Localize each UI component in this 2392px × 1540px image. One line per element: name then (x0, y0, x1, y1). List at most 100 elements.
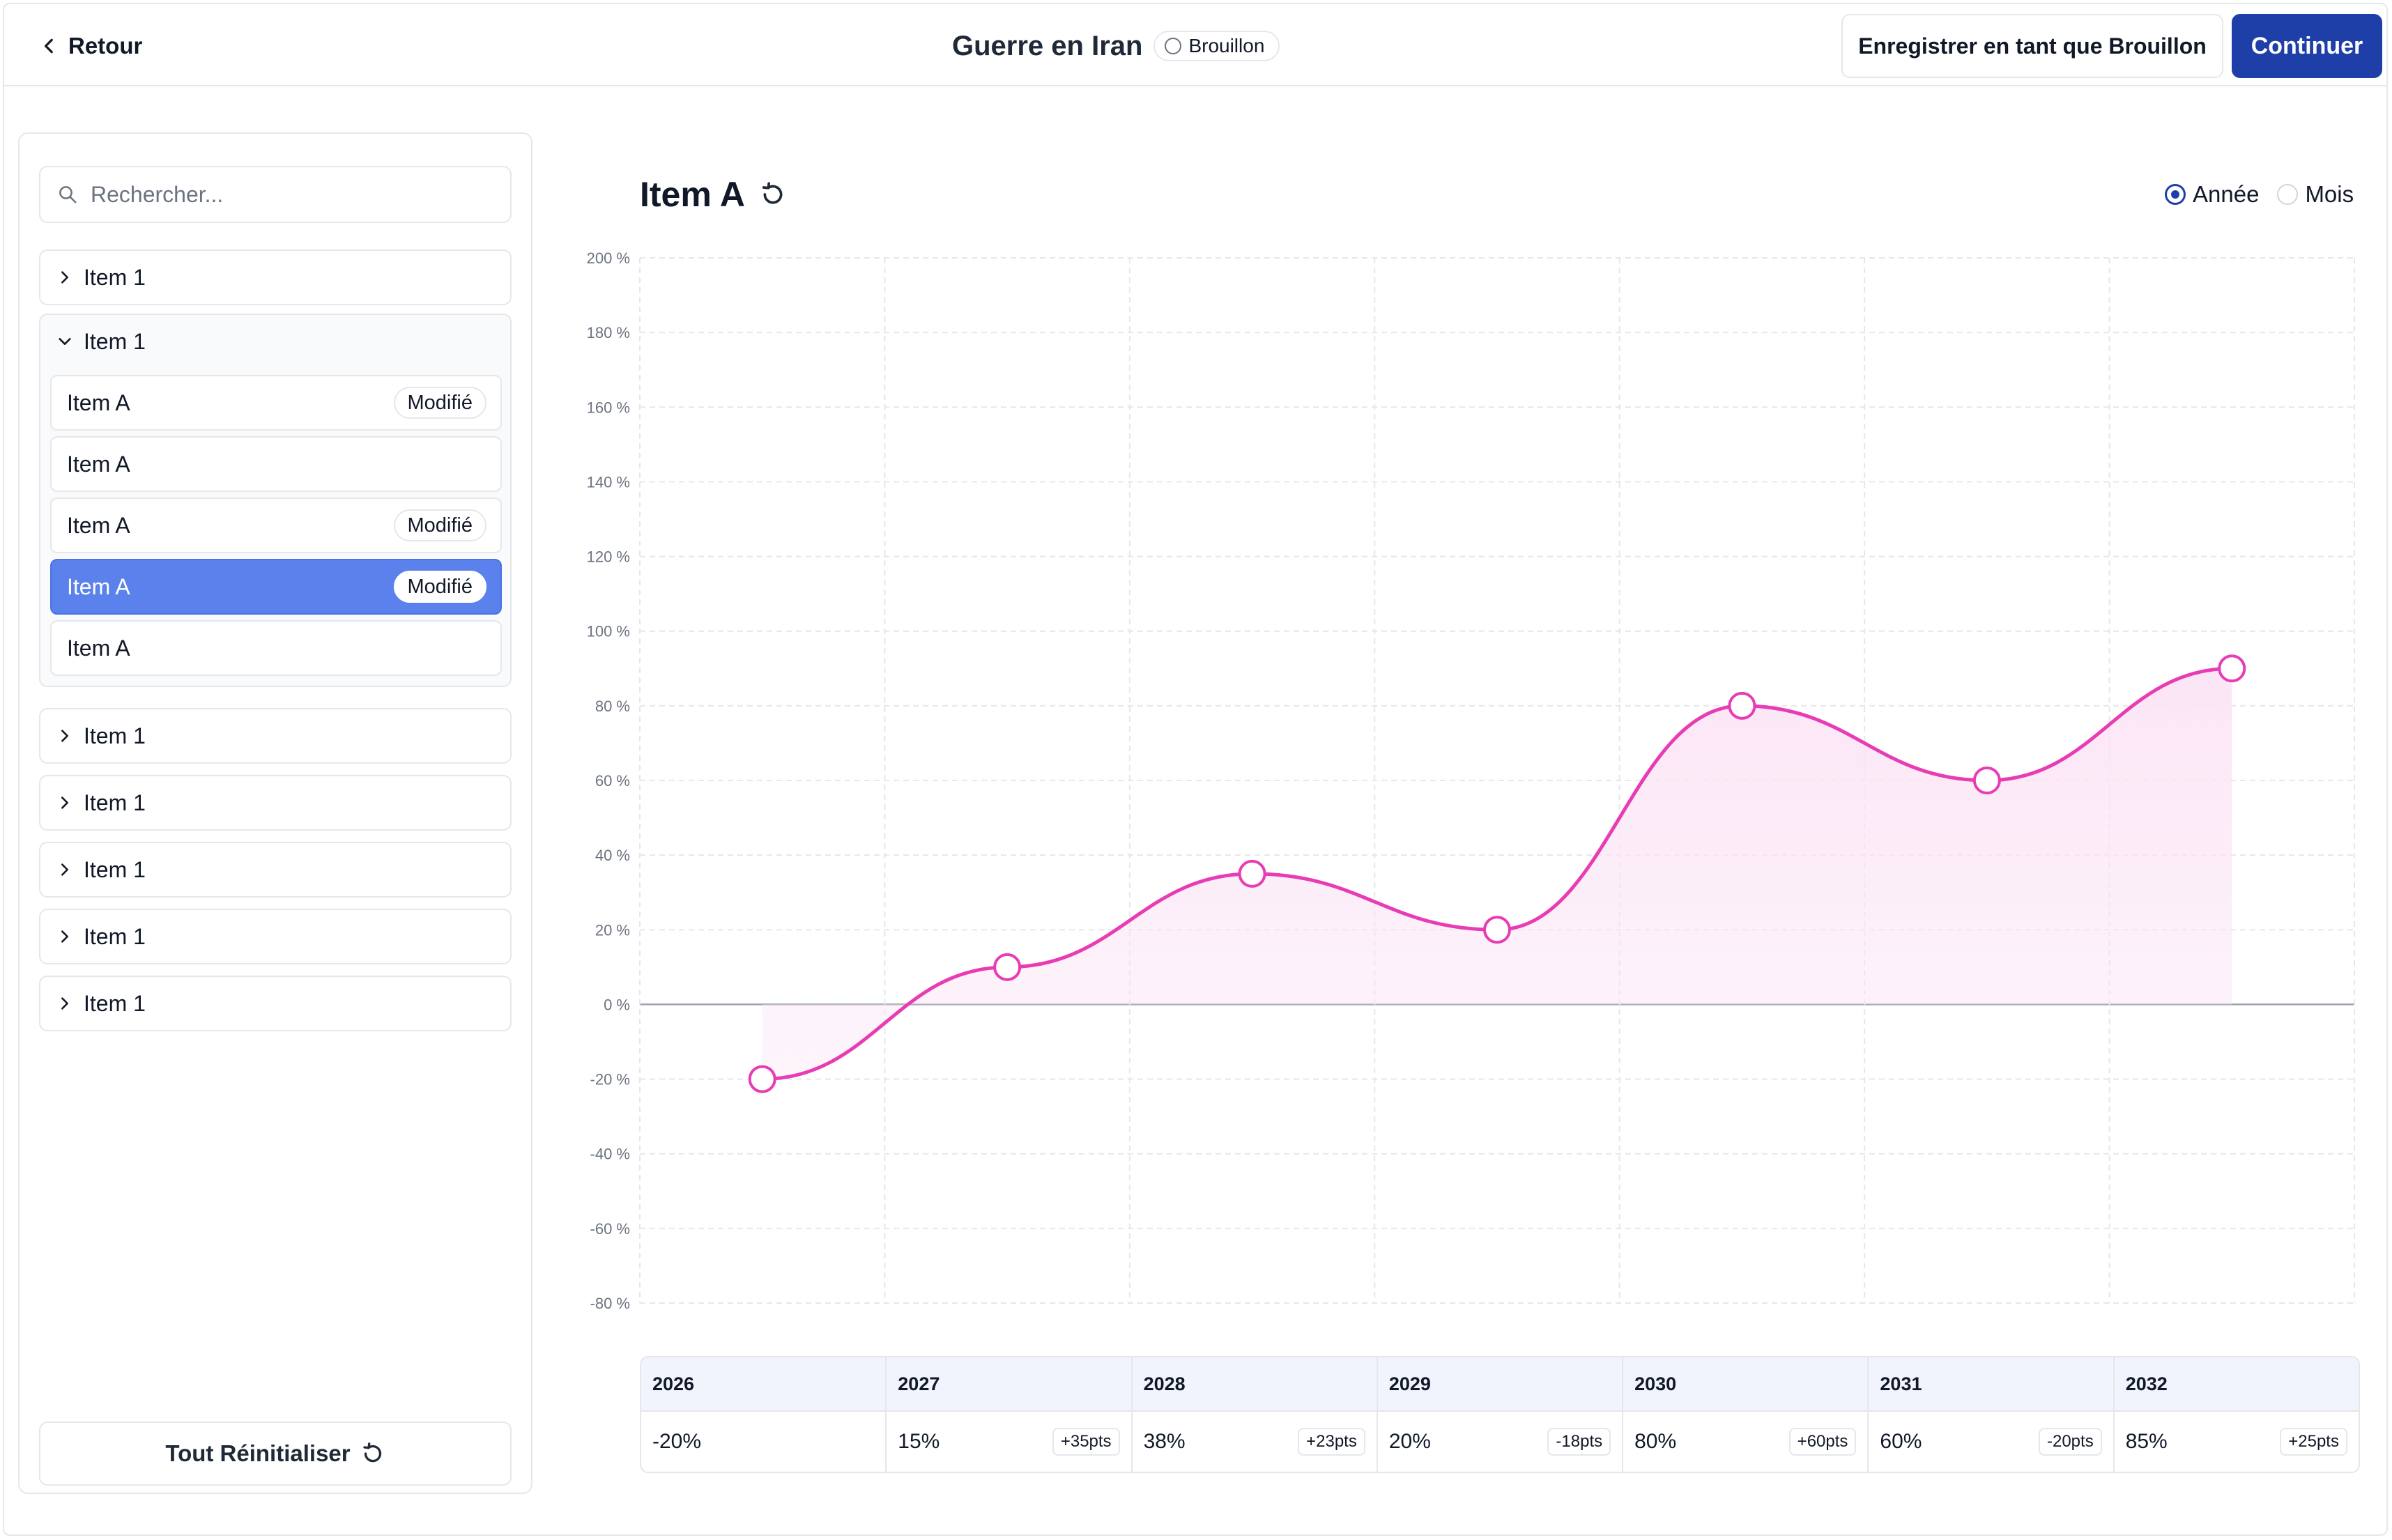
y-tick-label: -40 % (590, 1146, 630, 1163)
table-column: 2032 85% +25pts (2113, 1357, 2359, 1472)
search-box (39, 166, 512, 223)
chevron-down-icon (59, 338, 71, 345)
list-item-label: Item A (67, 512, 130, 538)
group-header[interactable]: Item 1 (40, 977, 510, 1030)
group-header[interactable]: Item 1 (40, 709, 510, 762)
table-column: 2029 20% -18pts (1376, 1357, 1623, 1472)
list-item-selected[interactable]: Item A Modifié (50, 559, 502, 615)
y-tick-label: 40 % (595, 847, 630, 864)
cell-value: 60% (1880, 1430, 1922, 1453)
table-cell: 85% +25pts (2115, 1412, 2359, 1472)
y-tick-label: 60 % (595, 772, 630, 790)
y-tick-label: 140 % (587, 473, 630, 491)
radio-label: Mois (2305, 181, 2354, 207)
y-tick-label: -80 % (590, 1295, 630, 1312)
table-cell: 38% +23pts (1133, 1412, 1377, 1472)
table-cell: 15% +35pts (887, 1412, 1130, 1472)
data-point (748, 1065, 776, 1093)
y-tick-label: -60 % (590, 1220, 630, 1238)
page-title: Guerre en Iran (952, 30, 1143, 61)
cell-value: -20% (652, 1430, 702, 1453)
y-tick-label: 160 % (587, 399, 630, 416)
table-column: 2026 -20% (641, 1357, 886, 1472)
cell-value: 80% (1634, 1430, 1677, 1453)
sidebar-group[interactable]: Item 1 (39, 842, 512, 898)
chevron-left-icon (44, 38, 53, 54)
y-tick-label: 100 % (587, 623, 630, 640)
status-badge: Brouillon (1153, 31, 1280, 61)
table-cell: 20% -18pts (1378, 1412, 1622, 1472)
table-header-cell: 2032 (2114, 1357, 2359, 1412)
data-point (993, 953, 1022, 981)
chart-header: Item A (640, 174, 787, 215)
chevron-right-icon (61, 271, 68, 284)
radio-checked-icon (2165, 184, 2186, 205)
search-icon (59, 186, 77, 203)
radio-unchecked-icon (2277, 184, 2299, 205)
radio-month[interactable]: Mois (2277, 181, 2354, 208)
group-label: Item 1 (84, 856, 146, 882)
modified-badge: Modifié (393, 509, 486, 541)
list-item-label: Item A (67, 573, 130, 599)
cell-value: 38% (1143, 1430, 1186, 1453)
group-label: Item 1 (84, 723, 146, 748)
table-header-cell: 2029 (1377, 1357, 1623, 1412)
list-item[interactable]: Item A (50, 436, 502, 492)
continue-button[interactable]: Continuer (2232, 14, 2382, 78)
delta-badge: +60pts (1788, 1428, 1857, 1456)
chevron-right-icon (61, 930, 68, 943)
chevron-right-icon (61, 997, 68, 1010)
list-item[interactable]: Item A Modifié (50, 375, 502, 431)
sidebar-group[interactable]: Item 1 (39, 249, 512, 305)
sidebar-group[interactable]: Item 1 (39, 708, 512, 764)
chevron-right-icon (61, 730, 68, 742)
list-item[interactable]: Item A Modifié (50, 498, 502, 553)
app-window: Retour Guerre en Iran Brouillon Enregist… (3, 3, 2388, 1536)
reset-all-label: Tout Réinitialiser (165, 1440, 351, 1466)
table-cell: -20% (641, 1412, 885, 1472)
reset-icon[interactable] (759, 180, 787, 208)
group-header[interactable]: Item 1 (40, 843, 510, 896)
table-column: 2028 38% +23pts (1130, 1357, 1377, 1472)
radio-label: Année (2193, 181, 2260, 207)
table-header-cell: 2031 (1869, 1357, 2113, 1412)
data-point (1728, 691, 1756, 720)
cell-value: 15% (898, 1430, 940, 1453)
reset-icon (362, 1442, 381, 1463)
circle-icon (1165, 38, 1182, 54)
delta-badge: +23pts (1298, 1428, 1365, 1456)
modified-badge: Modifié (393, 387, 486, 419)
chevron-right-icon (61, 863, 68, 876)
group-header[interactable]: Item 1 (40, 315, 510, 368)
sidebar-group[interactable]: Item 1 (39, 775, 512, 831)
group-header[interactable]: Item 1 (40, 776, 510, 829)
sidebar-group[interactable]: Item 1 (39, 909, 512, 964)
chart-title: Item A (640, 175, 745, 214)
y-tick-label: -20 % (590, 1071, 630, 1088)
save-draft-button[interactable]: Enregistrer en tant que Brouillon (1841, 14, 2223, 78)
radio-year[interactable]: Année (2165, 181, 2259, 208)
reset-all-button[interactable]: Tout Réinitialiser (39, 1422, 512, 1486)
list-item-label: Item A (67, 451, 130, 477)
delta-badge: -20pts (2038, 1428, 2102, 1456)
chevron-right-icon (61, 796, 68, 809)
group-header[interactable]: Item 1 (40, 251, 510, 304)
sidebar-group[interactable]: Item 1 (39, 976, 512, 1031)
group-label: Item 1 (84, 923, 146, 949)
delta-badge: -18pts (1547, 1428, 1611, 1456)
y-tick-label: 80 % (595, 698, 630, 715)
back-button[interactable]: Retour (40, 29, 142, 63)
group-header[interactable]: Item 1 (40, 910, 510, 963)
group-label: Item 1 (84, 990, 146, 1016)
back-label: Retour (68, 33, 143, 59)
data-point (2218, 654, 2246, 683)
list-item[interactable]: Item A (50, 620, 502, 676)
cell-value: 85% (2125, 1430, 2168, 1453)
data-point (1972, 767, 2001, 794)
search-input[interactable] (91, 181, 495, 208)
delta-badge: +35pts (1052, 1428, 1120, 1456)
list-item-label: Item A (67, 635, 130, 661)
sidebar: Item 1 Item 1 Item A Modifié Item A Item… (18, 132, 532, 1494)
table-header-cell: 2026 (641, 1357, 886, 1412)
table-cell: 60% -20pts (1869, 1412, 2113, 1472)
